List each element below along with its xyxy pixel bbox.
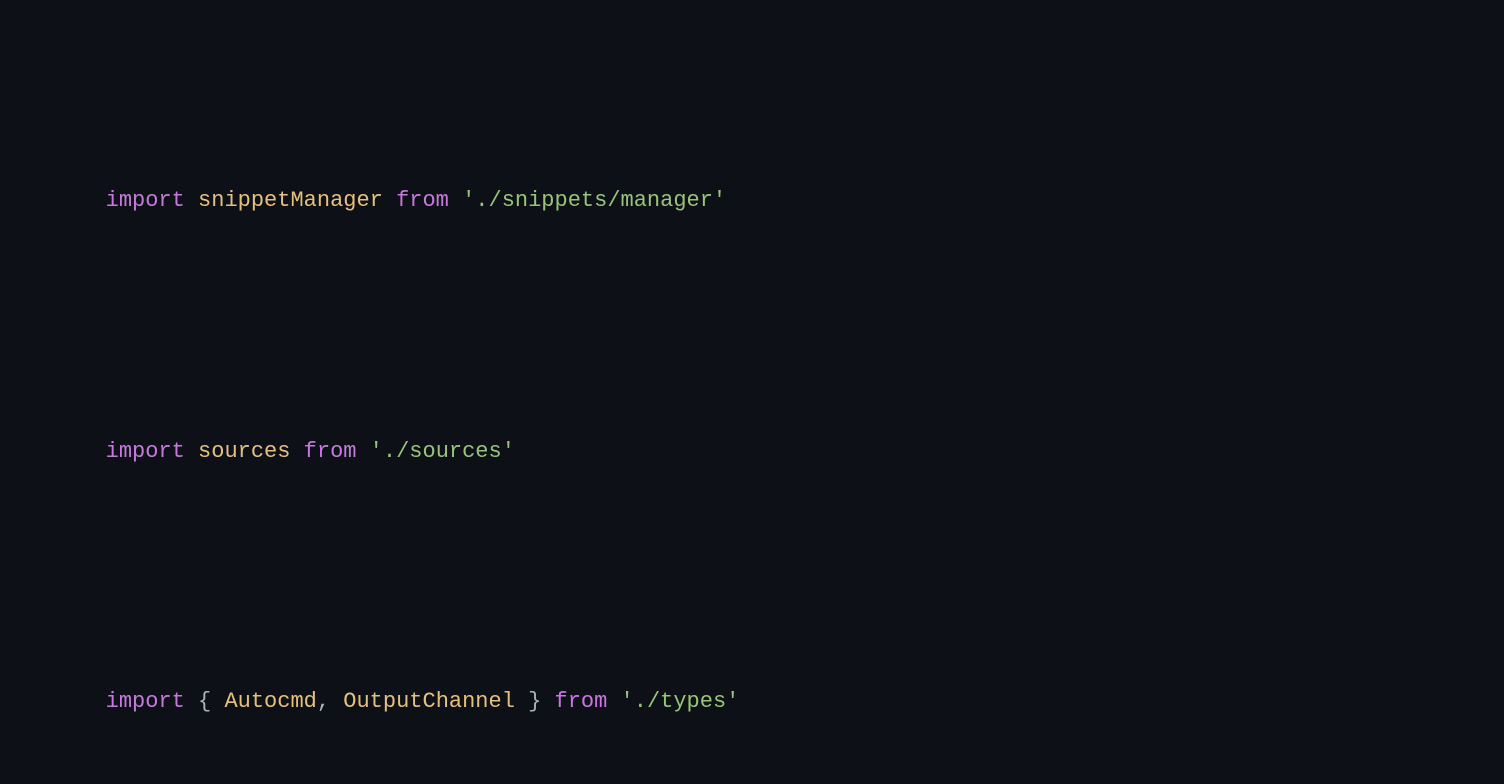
code-line-2: import sources from './sources' — [0, 395, 1504, 509]
code-line-1: import snippetManager from './snippets/m… — [0, 144, 1504, 258]
keyword-import: import — [106, 188, 185, 213]
code-content: import snippetManager from './snippets/m… — [0, 0, 1504, 784]
code-editor: import snippetManager from './snippets/m… — [0, 0, 1504, 784]
code-line-3: import { Autocmd, OutputChannel } from '… — [0, 645, 1504, 759]
